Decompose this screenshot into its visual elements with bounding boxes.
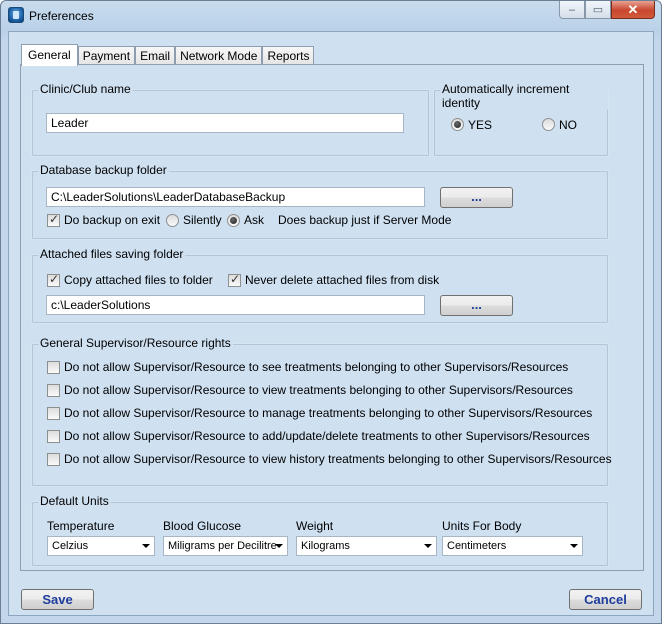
units-for-body-select-value: Centimeters — [447, 540, 507, 552]
rights-label-see: Do not allow Supervisor/Resource to see … — [64, 360, 569, 374]
rights-checkbox-view[interactable] — [47, 384, 60, 397]
units-for-body-select[interactable]: Centimeters — [442, 536, 583, 556]
tab-payment[interactable]: Payment — [77, 46, 136, 65]
rights-label-view: Do not allow Supervisor/Resource to view… — [64, 383, 573, 397]
blood-glucose-label: Blood Glucose — [163, 519, 242, 533]
rights-checkbox-manage[interactable] — [47, 407, 60, 420]
dialog-body: General Payment Email Network Mode Repor… — [8, 31, 654, 616]
blood-glucose-select[interactable]: Miligrams per Decilitre — [163, 536, 288, 556]
chevron-down-icon — [275, 544, 283, 548]
cancel-button[interactable]: Cancel — [569, 589, 642, 610]
attached-files-group: Attached files saving folder Copy attach… — [31, 247, 609, 324]
tab-general[interactable]: General — [21, 44, 78, 66]
blood-glucose-select-value: Miligrams per Decilitre — [168, 540, 277, 552]
backup-folder-group-title: Database backup folder — [38, 163, 169, 177]
default-units-group: Default Units Temperature Celzius Blood … — [31, 494, 609, 567]
attached-files-group-title: Attached files saving folder — [38, 247, 186, 261]
weight-label: Weight — [296, 519, 334, 533]
tab-network-mode[interactable]: Network Mode — [175, 46, 263, 65]
attached-folder-input[interactable]: c:\LeaderSolutions — [46, 295, 425, 315]
rights-label-manage: Do not allow Supervisor/Resource to mana… — [64, 406, 593, 420]
backup-ask-radio[interactable] — [227, 214, 240, 227]
never-delete-checkbox[interactable] — [228, 272, 241, 287]
never-delete-label: Never delete attached files from disk — [245, 273, 440, 287]
general-tab-page: Clinic/Club name Leader Automatically in… — [20, 64, 644, 571]
backup-browse-button[interactable]: ... — [440, 187, 513, 208]
rights-label-history: Do not allow Supervisor/Resource to view… — [64, 452, 612, 466]
temperature-select[interactable]: Celzius — [47, 536, 155, 556]
identity-no-radio[interactable] — [542, 118, 555, 131]
window-controls: ‒ ▭ ✕ — [559, 1, 655, 20]
backup-ask-label: Ask — [244, 213, 265, 227]
identity-yes-radio[interactable] — [451, 118, 464, 131]
backup-silently-radio[interactable] — [166, 214, 179, 227]
title-bar[interactable]: Preferences ‒ ▭ ✕ — [1, 1, 661, 31]
tab-reports[interactable]: Reports — [262, 46, 315, 65]
backup-silently-label: Silently — [183, 213, 222, 227]
backup-on-exit-label: Do backup on exit — [64, 213, 161, 227]
chevron-down-icon — [570, 544, 578, 548]
temperature-label: Temperature — [47, 519, 115, 533]
identity-yes-label: YES — [468, 118, 493, 132]
rights-checkbox-add-update-delete[interactable] — [47, 430, 60, 443]
window-title: Preferences — [29, 9, 94, 23]
chevron-down-icon — [424, 544, 432, 548]
units-for-body-label: Units For Body — [442, 519, 522, 533]
copy-attached-label: Copy attached files to folder — [64, 273, 213, 287]
backup-server-mode-note: Does backup just if Server Mode — [278, 213, 452, 227]
clinic-name-input[interactable]: Leader — [46, 113, 404, 133]
weight-select-value: Kilograms — [301, 540, 350, 552]
close-button[interactable]: ✕ — [611, 1, 655, 19]
clinic-name-group: Clinic/Club name Leader — [31, 82, 430, 157]
increment-identity-group-title: Automatically increment identity — [440, 82, 608, 110]
rights-checkbox-see[interactable] — [47, 361, 60, 374]
backup-on-exit-checkbox[interactable] — [47, 212, 60, 227]
weight-select[interactable]: Kilograms — [296, 536, 437, 556]
supervisor-rights-group: General Supervisor/Resource rights Do no… — [31, 336, 612, 487]
copy-attached-checkbox[interactable] — [47, 272, 60, 287]
backup-folder-group: Database backup folder C:\LeaderSolution… — [31, 163, 609, 240]
attached-browse-button[interactable]: ... — [440, 295, 513, 316]
maximize-button[interactable]: ▭ — [585, 1, 611, 19]
increment-identity-group: Automatically increment identity YES NO — [433, 82, 609, 157]
tab-email[interactable]: Email — [135, 46, 176, 65]
rights-label-add-update-delete: Do not allow Supervisor/Resource to add/… — [64, 429, 590, 443]
app-icon — [8, 7, 24, 23]
backup-folder-input[interactable]: C:\LeaderSolutions\LeaderDatabaseBackup — [46, 187, 425, 207]
supervisor-rights-group-title: General Supervisor/Resource rights — [38, 336, 233, 350]
chevron-down-icon — [142, 544, 150, 548]
tab-strip: General Payment Email Network Mode Repor… — [21, 44, 315, 66]
clinic-name-group-title: Clinic/Club name — [38, 82, 133, 96]
temperature-select-value: Celzius — [52, 540, 89, 552]
save-button[interactable]: Save — [21, 589, 94, 610]
minimize-button[interactable]: ‒ — [559, 1, 585, 19]
default-units-group-title: Default Units — [38, 494, 111, 508]
identity-no-label: NO — [559, 118, 577, 132]
rights-checkbox-history[interactable] — [47, 453, 60, 466]
preferences-window: Preferences ‒ ▭ ✕ General Payment Email … — [0, 0, 662, 624]
